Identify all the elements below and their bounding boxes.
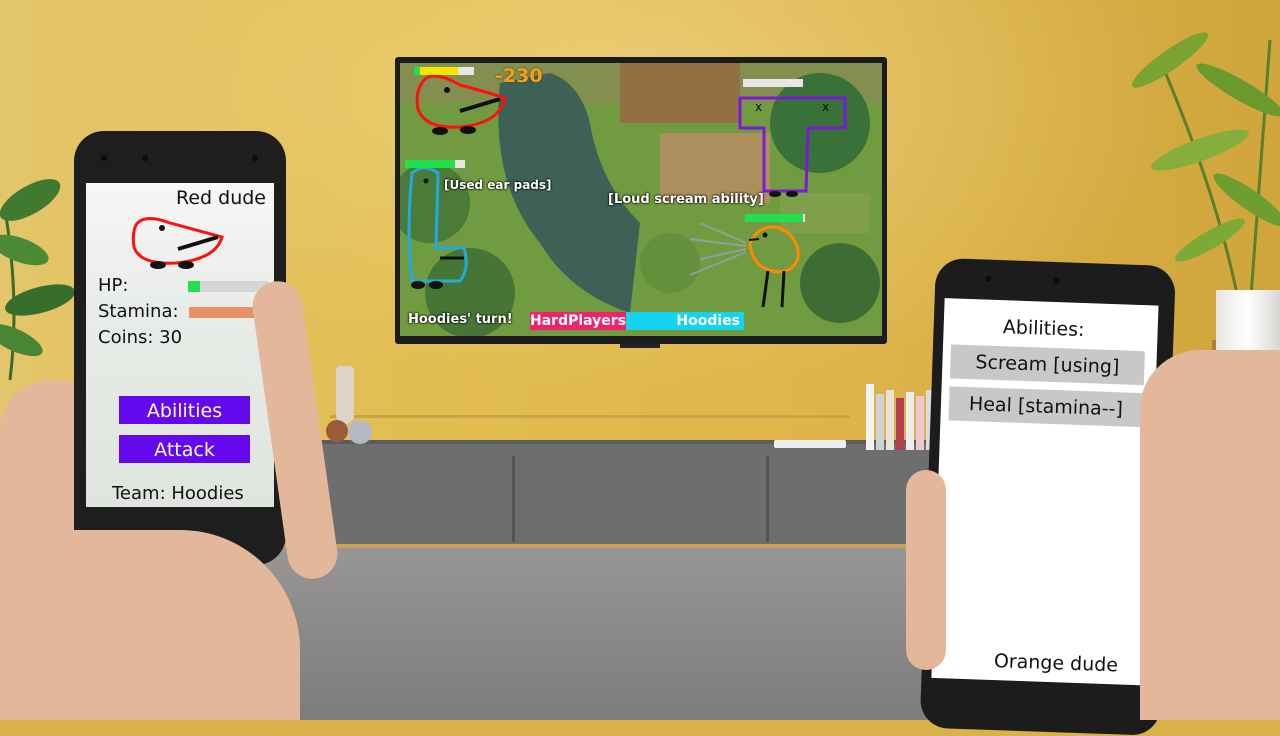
- console-divider: [766, 456, 769, 542]
- coins-label: Coins: 30: [98, 327, 183, 348]
- purple-dude-hp-bar: [743, 79, 803, 87]
- damage-popup: -230: [495, 65, 543, 87]
- right-phone: Abilities: Scream [using] Heal [stamina-…: [919, 257, 1176, 736]
- character-name: Red dude: [176, 187, 266, 209]
- abilities-button[interactable]: Abilities: [119, 396, 250, 424]
- hp-bar: [188, 281, 268, 292]
- left-phone: Red dude HP: Stamina: Coins: 30 Abilitie…: [74, 131, 286, 565]
- right-phone-screen: Abilities: Scream [using] Heal [stamina-…: [931, 298, 1159, 686]
- sensor-icon: [1053, 277, 1060, 285]
- left-hand-palm: [0, 530, 300, 720]
- stamina-bar: [189, 307, 257, 318]
- wall-shelf: [330, 415, 850, 418]
- turn-indicator: Hoodies' turn!: [408, 312, 513, 327]
- attack-button[interactable]: Attack: [119, 435, 250, 463]
- tv-console: [300, 444, 960, 544]
- camera-icon: [985, 275, 992, 282]
- svg-text:x: x: [822, 100, 829, 114]
- game-screen: x x -230 [Used ear pads] [Loud scream ab…: [400, 63, 882, 336]
- blue-dude-hp-fill: [405, 160, 455, 168]
- console-divider: [512, 456, 515, 542]
- books: [866, 380, 938, 450]
- abilities-title: Abilities:: [1002, 316, 1085, 342]
- left-phone-screen: Red dude HP: Stamina: Coins: 30 Abilitie…: [86, 183, 274, 507]
- stamina-label: Stamina:: [98, 301, 179, 322]
- blue-dude-hp-bar: [405, 160, 465, 168]
- team-hardplayers-label: HardPlayers: [530, 312, 627, 330]
- right-hand-thumb: [906, 470, 946, 670]
- vase: [336, 366, 354, 424]
- status-loud-scream: [Loud scream ability]: [608, 192, 764, 207]
- status-used-ear-pads: [Used ear pads]: [444, 178, 552, 192]
- tv-stand: [620, 343, 660, 348]
- red-dude-hp-bar: [414, 67, 474, 75]
- ability-scream[interactable]: Scream [using]: [949, 344, 1145, 386]
- hp-label: HP:: [98, 275, 129, 296]
- svg-text:x: x: [755, 100, 762, 114]
- decor-ball: [348, 420, 372, 444]
- red-dude-hp-fill: [414, 67, 458, 75]
- team-label: Team: Hoodies: [112, 483, 244, 504]
- ability-heal[interactable]: Heal [stamina--]: [948, 386, 1144, 428]
- team-hoodies-label: Hoodies: [626, 312, 744, 330]
- sensor-icon: [252, 155, 258, 161]
- camera-icon: [101, 155, 107, 161]
- sensor-icon: [142, 155, 148, 161]
- orange-dude-hp-fill: [745, 214, 803, 222]
- red-dude-avatar: [131, 217, 224, 269]
- remote-control: [774, 440, 846, 448]
- decor-ball: [326, 420, 348, 442]
- right-hand: [1140, 350, 1280, 720]
- character-name: Orange dude: [993, 650, 1119, 677]
- orange-dude-hp-bar: [745, 214, 805, 222]
- hp-bar-fill: [188, 281, 200, 292]
